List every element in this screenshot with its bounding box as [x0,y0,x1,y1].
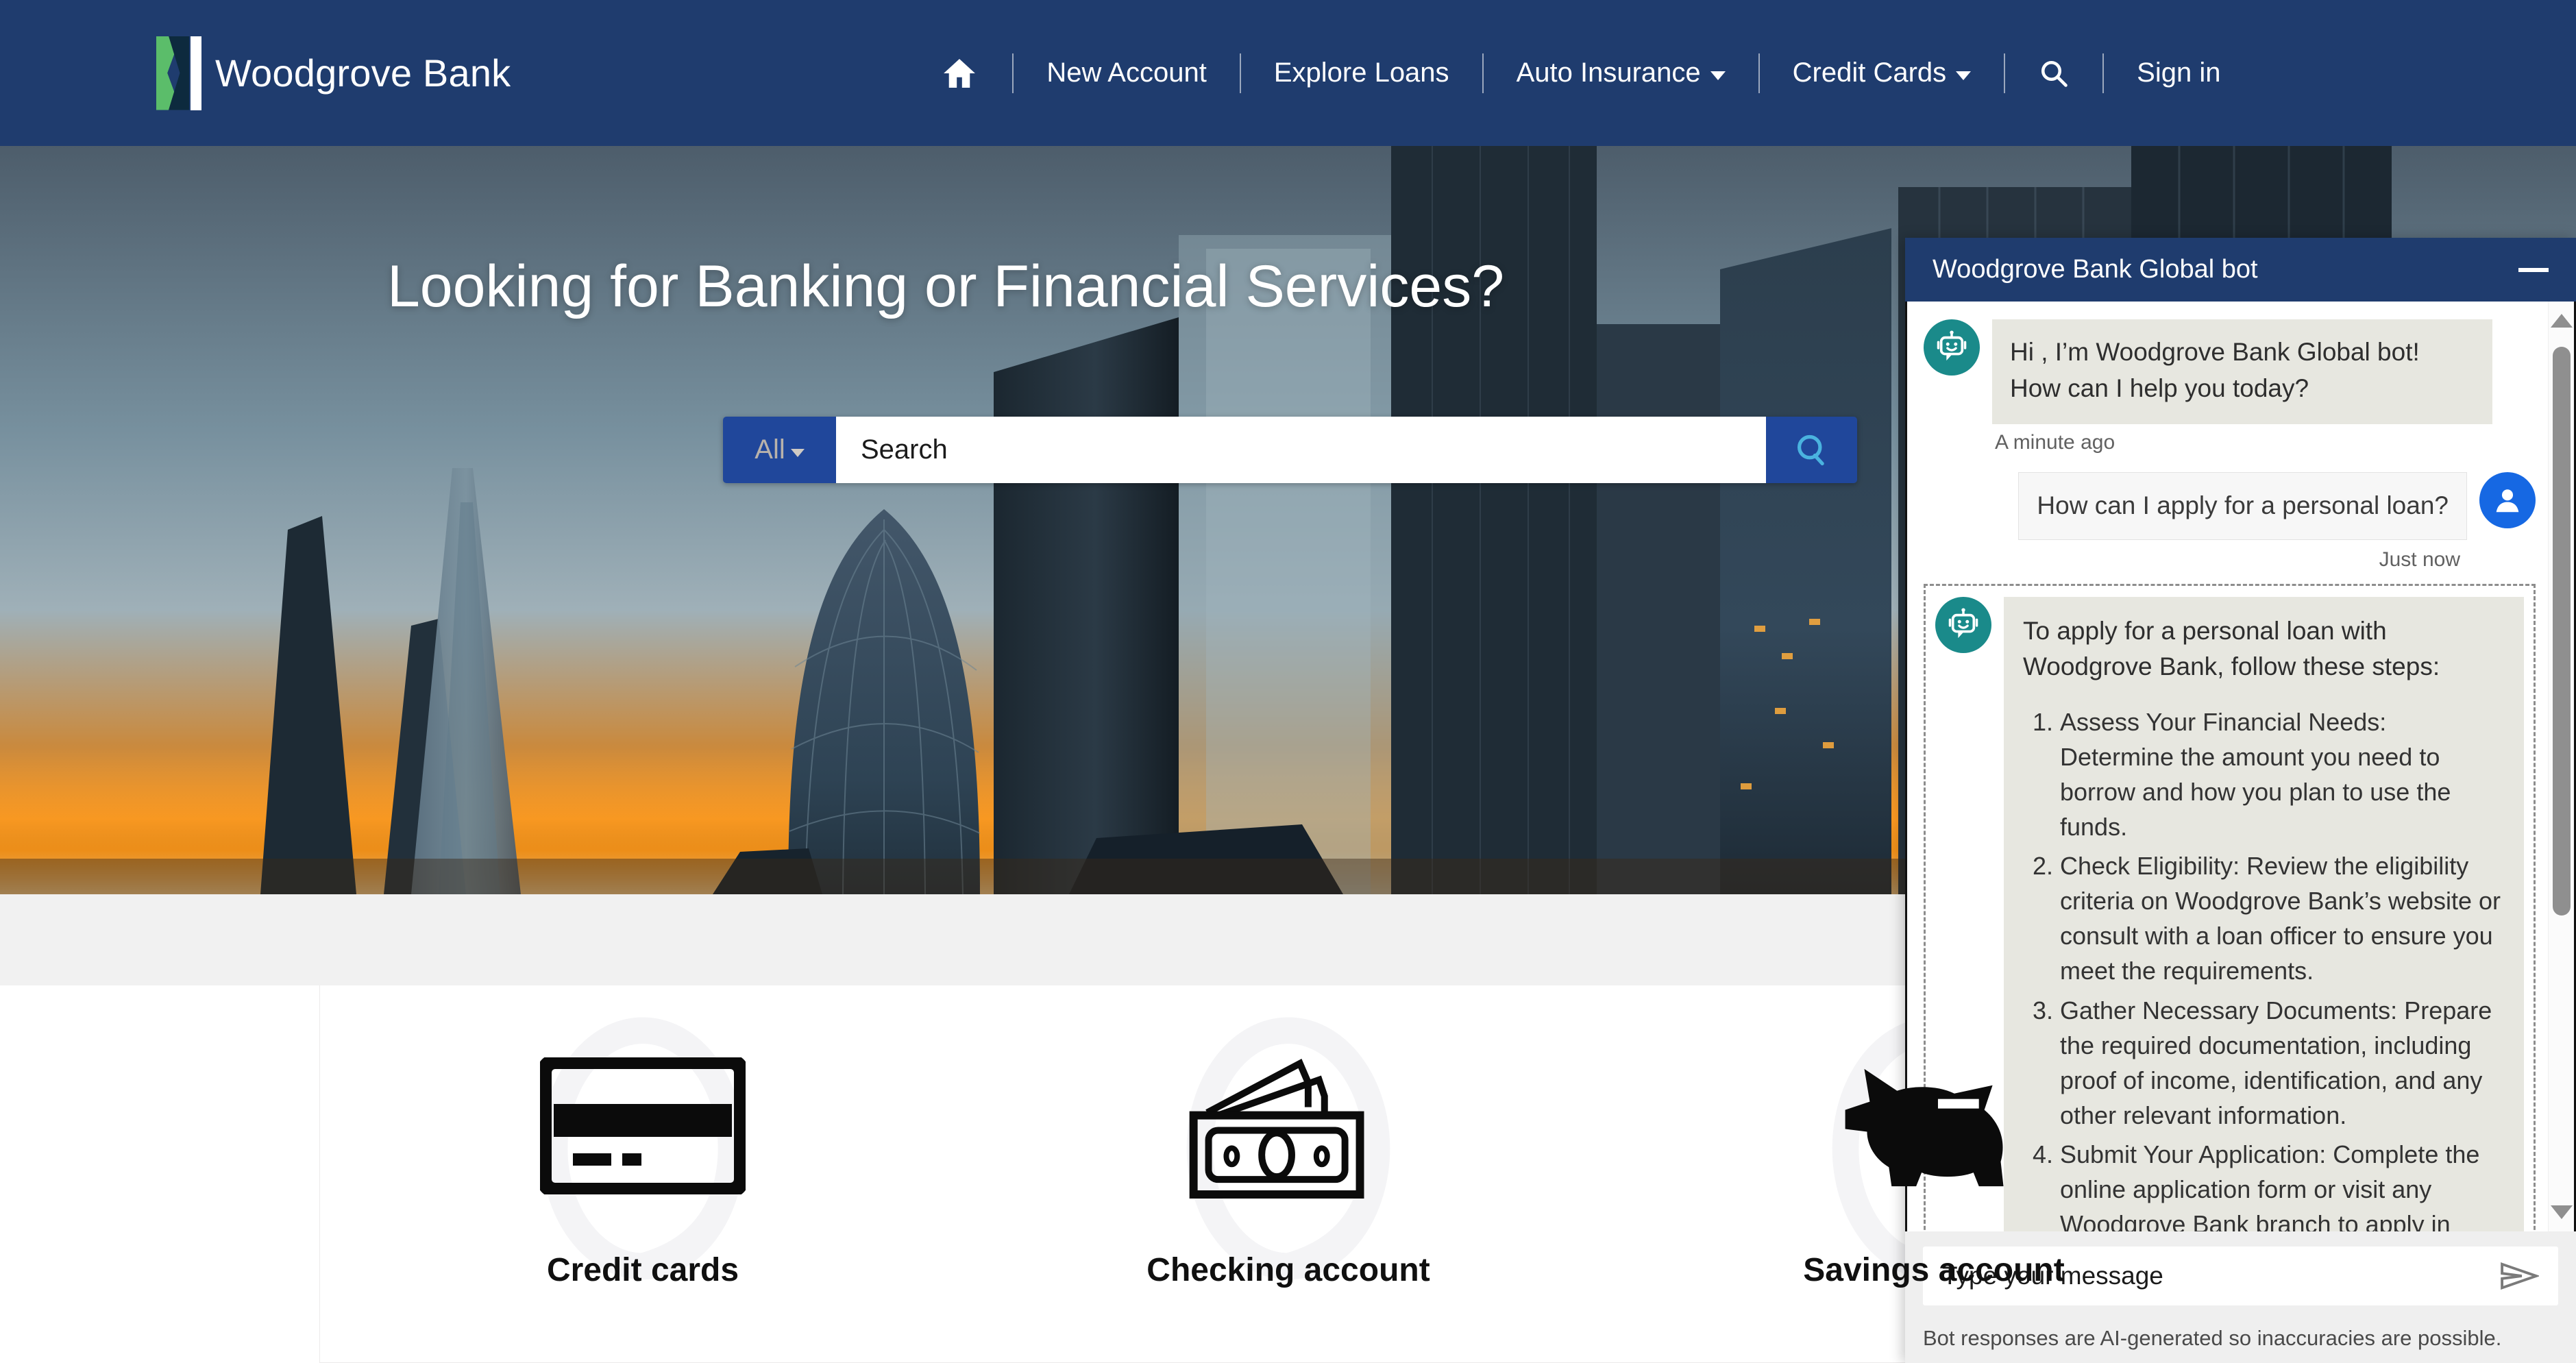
nav-item-credit-cards[interactable]: Credit Cards [1761,58,2003,88]
search-scope-dropdown[interactable]: All [723,417,836,483]
nav-divider [1758,53,1760,93]
chevron-down-icon [1710,71,1726,80]
search-icon [1797,434,1824,465]
product-card-checking-account[interactable]: Checking account [966,985,1611,1362]
woodgrove-logo-icon [156,36,201,110]
nav-divider [1012,53,1014,93]
robot-avatar-icon [1935,596,1991,653]
answer-intro: To apply for a personal loan with Woodgr… [2023,616,2440,681]
nav-item-explore-loans[interactable]: Explore Loans [1242,58,1481,88]
nav-links: New Account Explore Loans Auto Insurance… [908,53,2252,93]
search-input[interactable] [836,417,1766,483]
answer-step: Assess Your Financial Needs: Determine t… [2060,704,2505,844]
nav-label: New Account [1046,58,1207,88]
answer-step: Check Eligibility: Review the eligibilit… [2060,848,2505,988]
banknotes-icon [1182,1040,1395,1212]
nav-search-button[interactable] [2007,59,2101,88]
answer-step: Gather Necessary Documents: Prepare the … [2060,993,2505,1133]
user-avatar-icon [2479,472,2536,529]
chat-timestamp: Just now [2379,548,2460,571]
page-root: Woodgrove Bank New Account Explore Loans… [0,0,2576,1363]
card-label: Checking account [1146,1252,1430,1288]
home-icon [944,58,976,88]
chat-disclaimer: Bot responses are AI-generated so inaccu… [1923,1326,2502,1350]
top-navigation-bar: Woodgrove Bank New Account Explore Loans… [0,0,2576,146]
search-scope-label: All [755,434,785,465]
robot-avatar-icon [1924,319,1980,376]
piggy-bank-icon [1831,1040,2037,1212]
chat-bubble-text: How can I apply for a personal loan? [2018,472,2467,540]
chatbot-title: Woodgrove Bank Global bot [1933,255,2258,284]
scrollbar-thumb[interactable] [2553,347,2571,916]
search-icon [2041,60,2068,87]
nav-home-button[interactable] [908,58,1011,88]
nav-item-auto-insurance[interactable]: Auto Insurance [1485,58,1757,88]
hero-content: Looking for Banking or Financial Service… [0,146,1891,894]
answer-steps-list: Assess Your Financial Needs: Determine t… [2023,704,2505,1231]
scroll-down-arrow-icon[interactable] [2550,1205,2573,1219]
credit-card-icon [540,1040,746,1212]
send-icon[interactable] [2499,1260,2539,1292]
chat-message-bot: Hi , I’m Woodgrove Bank Global bot! How … [1924,319,2536,425]
nav-divider [2004,53,2006,93]
chevron-down-icon [790,448,805,457]
nav-item-new-account[interactable]: New Account [1015,58,1238,88]
nav-label: Auto Insurance [1516,58,1701,88]
brand-logo[interactable]: Woodgrove Bank [156,36,511,110]
nav-label: Credit Cards [1792,58,1947,88]
chatbot-header: Woodgrove Bank Global bot [1905,238,2576,302]
chevron-down-icon [1956,71,1972,80]
chat-answer-bubble: To apply for a personal loan with Woodgr… [2004,596,2524,1231]
chat-bubble-text: Hi , I’m Woodgrove Bank Global bot! How … [1992,319,2492,425]
product-card-credit-cards[interactable]: Credit cards [320,985,966,1362]
nav-divider [1482,53,1484,93]
nav-divider [1239,53,1241,93]
nav-divider [2102,53,2105,93]
chat-scrollbar[interactable] [2548,302,2574,1231]
card-label: Savings account [1803,1252,2065,1288]
hero-search-bar: All [723,417,1857,483]
minimize-icon[interactable] [2518,267,2549,272]
search-submit-button[interactable] [1766,417,1857,483]
card-label: Credit cards [546,1252,739,1288]
sign-in-label: Sign in [2137,58,2221,88]
page-title: Looking for Banking or Financial Service… [387,254,1505,319]
chat-timestamp: A minute ago [1995,431,2115,454]
nav-label: Explore Loans [1273,58,1449,88]
nav-sign-in-link[interactable]: Sign in [2105,58,2252,88]
scroll-up-arrow-icon[interactable] [2550,314,2573,328]
chat-message-user: How can I apply for a personal loan? [1924,472,2536,540]
brand-name: Woodgrove Bank [215,51,511,95]
answer-step: Submit Your Application: Complete the on… [2060,1137,2505,1231]
